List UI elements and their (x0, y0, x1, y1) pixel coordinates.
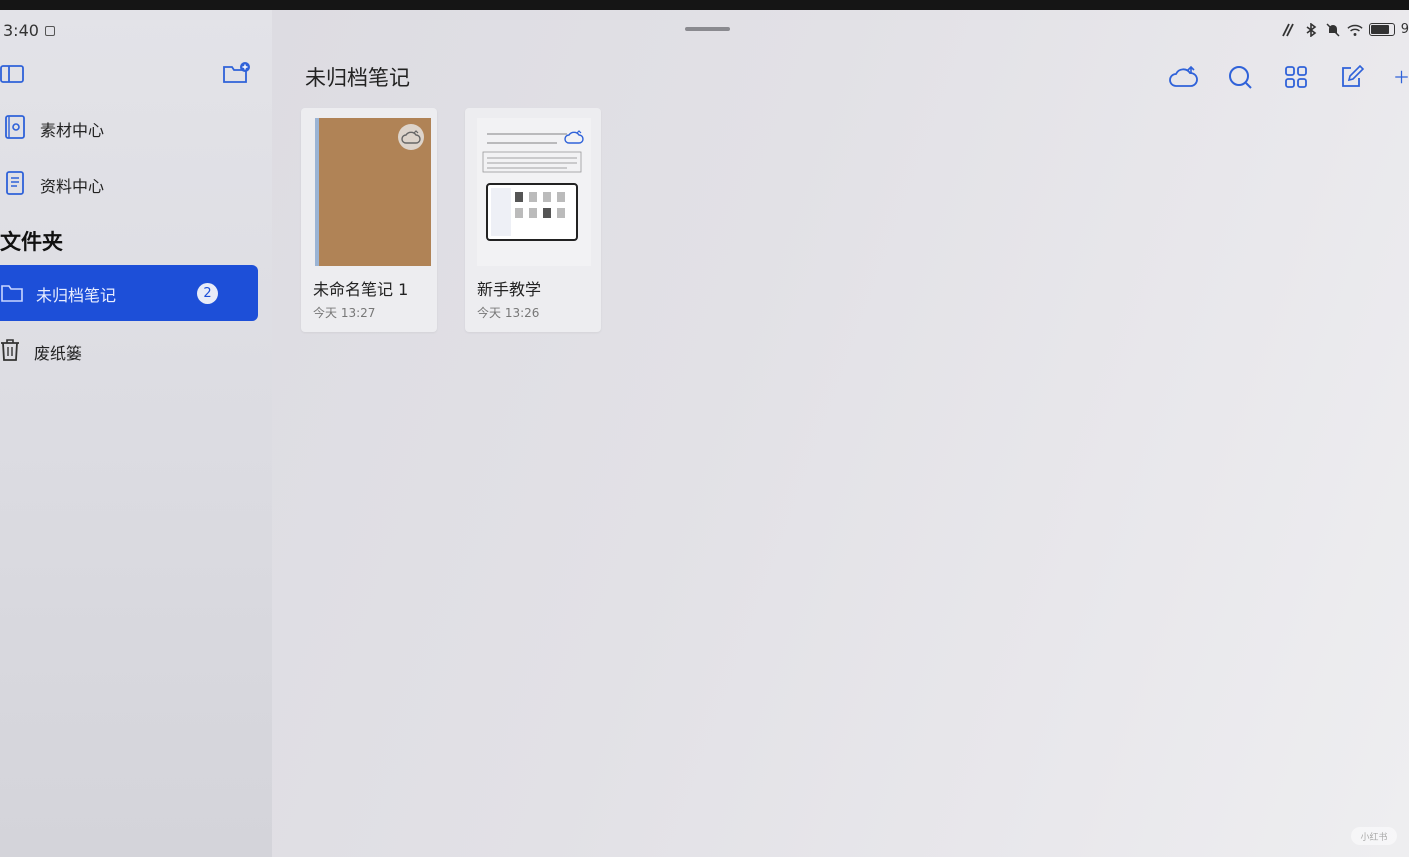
folders-section-title: 文件夹 (0, 230, 63, 254)
new-folder-icon[interactable] (222, 60, 252, 86)
mute-bell-icon (1325, 22, 1341, 37)
bluetooth-icon (1303, 22, 1319, 37)
sidebar-toggle-icon[interactable] (0, 62, 26, 86)
material-center-icon (4, 114, 26, 144)
note-name: 新手教学 (477, 280, 542, 299)
folder-item-trash[interactable]: 废纸篓 (0, 338, 82, 366)
screen-record-icon (44, 25, 55, 36)
sidebar-item-document-center[interactable]: 资料中心 (0, 170, 104, 200)
sidebar-item-label: 资料中心 (40, 177, 105, 196)
folder-count-badge: 2 (197, 283, 218, 304)
screen: 3:40 9 素材中心 资料中心 文件夹 未归档笔记 2 废纸篓 未归档笔记 未… (0, 0, 1409, 857)
folder-icon (0, 282, 24, 308)
battery-level: 9 (1400, 22, 1409, 37)
drag-handle[interactable] (685, 27, 730, 31)
search-icon[interactable] (1226, 63, 1254, 91)
note-name: 未命名笔记 1 (313, 280, 409, 299)
cloud-upload-icon[interactable] (561, 124, 587, 150)
grid-view-icon[interactable] (1282, 63, 1310, 91)
cloud-sync-icon[interactable] (1168, 63, 1198, 91)
wifi-icon (1347, 23, 1363, 37)
sidebar-item-label: 素材中心 (40, 121, 105, 140)
battery-icon (1368, 23, 1395, 36)
folder-item-label: 未归档笔记 (36, 286, 117, 305)
trash-icon (0, 338, 20, 366)
note-card-tutorial[interactable]: 新手教学 今天 13:26 (465, 108, 601, 332)
status-time-text: 3:40 (3, 21, 39, 40)
watermark: 小红书 (1351, 827, 1397, 845)
device-bezel (0, 0, 1409, 10)
note-card-untitled[interactable]: 未命名笔记 1 今天 13:27 (301, 108, 437, 332)
main-area (272, 10, 1409, 857)
add-icon[interactable] (1394, 63, 1409, 91)
page-title: 未归档笔记 (305, 66, 410, 90)
note-time: 今天 13:27 (313, 306, 376, 320)
note-time: 今天 13:26 (477, 306, 540, 320)
new-note-icon[interactable] (1338, 63, 1366, 91)
folder-item-label: 废纸篓 (34, 344, 83, 363)
signal-icon (1281, 23, 1297, 37)
folder-item-unarchived[interactable]: 未归档笔记 2 (0, 265, 258, 321)
status-time: 3:40 (3, 21, 55, 40)
sidebar-item-material-center[interactable]: 素材中心 (0, 114, 104, 144)
status-icons: 9 (1281, 22, 1409, 37)
cloud-upload-icon[interactable] (398, 124, 424, 150)
document-center-icon (4, 170, 26, 200)
